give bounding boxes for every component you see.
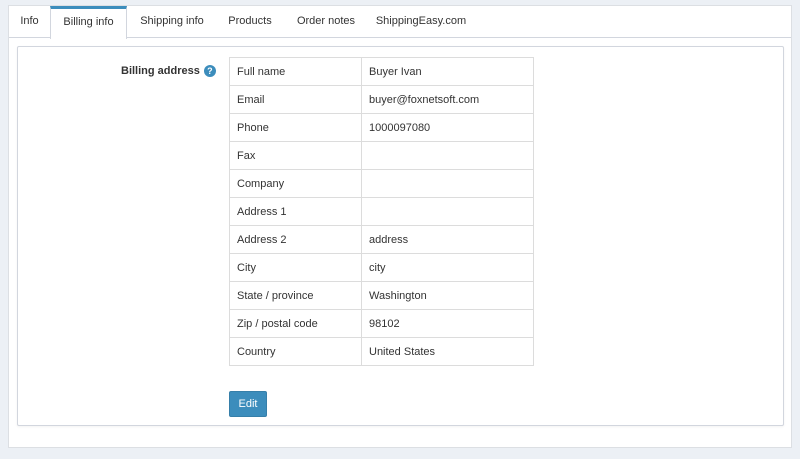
row-label-state: State / province — [229, 281, 362, 310]
tab-billing-info[interactable]: Billing info — [50, 6, 127, 39]
row-label-zip: Zip / postal code — [229, 309, 362, 338]
tab-products[interactable]: Products — [217, 6, 283, 38]
row-value-company — [361, 169, 534, 198]
table-row: Address 2 address — [229, 225, 534, 254]
row-value-full-name: Buyer Ivan — [361, 57, 534, 86]
row-value-address-2: address — [361, 225, 534, 254]
row-label-phone: Phone — [229, 113, 362, 142]
table-row: Address 1 — [229, 197, 534, 226]
row-value-address-1 — [361, 197, 534, 226]
table-row: State / province Washington — [229, 281, 534, 310]
tab-order-notes[interactable]: Order notes — [283, 6, 369, 38]
row-value-fax — [361, 141, 534, 170]
row-label-city: City — [229, 253, 362, 282]
table-row: Phone 1000097080 — [229, 113, 534, 142]
row-value-state: Washington — [361, 281, 534, 310]
row-value-city: city — [361, 253, 534, 282]
billing-address-table: Full name Buyer Ivan Email buyer@foxnets… — [229, 57, 534, 366]
table-row: City city — [229, 253, 534, 282]
table-row: Email buyer@foxnetsoft.com — [229, 85, 534, 114]
row-label-fax: Fax — [229, 141, 362, 170]
row-value-zip: 98102 — [361, 309, 534, 338]
table-row: Zip / postal code 98102 — [229, 309, 534, 338]
row-value-phone: 1000097080 — [361, 113, 534, 142]
tab-shipping-info[interactable]: Shipping info — [127, 6, 217, 38]
table-row: Company — [229, 169, 534, 198]
row-label-company: Company — [229, 169, 362, 198]
tab-shippingeasy[interactable]: ShippingEasy.com — [369, 6, 473, 38]
row-label-address-2: Address 2 — [229, 225, 362, 254]
row-label-email: Email — [229, 85, 362, 114]
tab-bar: Info Billing info Shipping info Products… — [9, 6, 791, 39]
table-row: Country United States — [229, 337, 534, 366]
tab-info[interactable]: Info — [9, 6, 50, 38]
edit-button[interactable]: Edit — [229, 391, 267, 417]
billing-address-label-group: Billing address ? — [121, 65, 216, 77]
table-row: Fax — [229, 141, 534, 170]
row-label-address-1: Address 1 — [229, 197, 362, 226]
row-label-country: Country — [229, 337, 362, 366]
row-label-full-name: Full name — [229, 57, 362, 86]
billing-info-content: Billing address ? Full name Buyer Ivan E… — [17, 46, 784, 426]
question-circle-icon[interactable]: ? — [203, 65, 216, 77]
row-value-country: United States — [361, 337, 534, 366]
billing-address-label: Billing address — [121, 65, 200, 77]
row-value-email: buyer@foxnetsoft.com — [361, 85, 534, 114]
table-row: Full name Buyer Ivan — [229, 57, 534, 86]
order-edit-panel: Info Billing info Shipping info Products… — [8, 5, 792, 448]
